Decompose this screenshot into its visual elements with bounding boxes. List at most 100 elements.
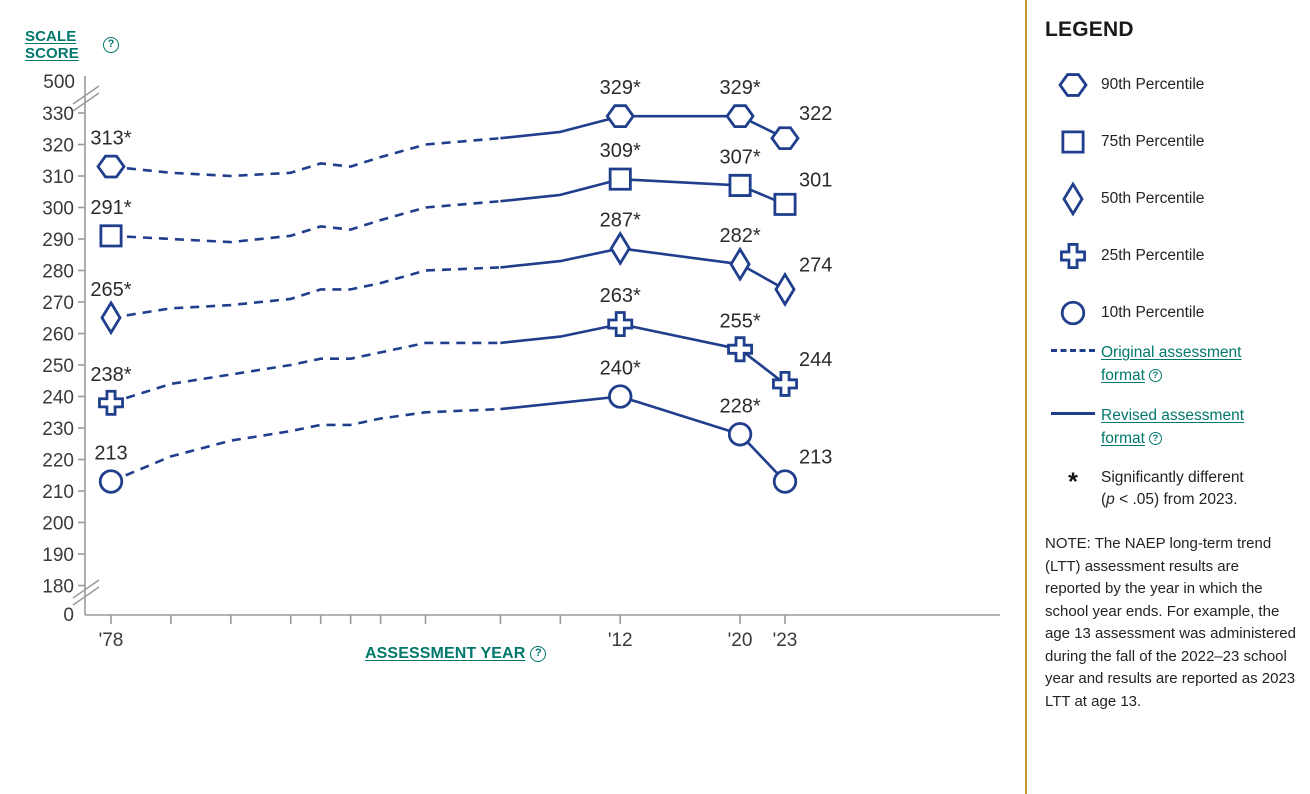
data-point-marker[interactable] — [727, 336, 754, 363]
y-tick-label: 230 — [42, 419, 74, 440]
circle-icon — [1045, 295, 1101, 331]
data-point-marker[interactable] — [96, 154, 126, 179]
significance-line1: Significantly different — [1101, 469, 1244, 486]
data-label: 301 — [799, 169, 832, 191]
legend-title: LEGEND — [1045, 18, 1134, 41]
y-tick-label: 310 — [42, 167, 74, 188]
series-line-original — [110, 136, 501, 178]
legend-item-cross[interactable]: 25th Percentile — [1045, 227, 1300, 284]
x-tick-label: '12 — [608, 630, 633, 651]
legend-format-label-line2: format — [1101, 367, 1145, 384]
y-tick-label: 500 — [43, 72, 75, 93]
square-icon — [1045, 124, 1101, 160]
y-tick-label: 320 — [42, 136, 74, 157]
legend-item-label: 90th Percentile — [1101, 75, 1205, 93]
data-point-marker[interactable] — [607, 311, 634, 337]
legend-format-solid[interactable]: Revised assessment format? — [1045, 404, 1300, 450]
data-point-marker[interactable] — [100, 300, 122, 336]
significance-p: p — [1106, 491, 1115, 508]
data-label: 329* — [719, 77, 760, 99]
y-tick-label: 270 — [42, 293, 74, 314]
question-circle-icon[interactable]: ? — [1148, 369, 1162, 383]
chart-area: 500 330 320 310 300 290 280 270 260 250 240 230 220 2… — [0, 0, 1025, 794]
x-axis-help-icon[interactable]: ? — [530, 645, 547, 662]
y-tick-label: 300 — [42, 199, 74, 220]
y-axis-title[interactable]: SCALE SCORE — [25, 28, 97, 62]
y-axis-help-icon[interactable]: ? — [98, 36, 119, 54]
data-label: 244 — [799, 349, 832, 371]
series-line-original — [110, 341, 501, 405]
data-label: 322 — [799, 103, 832, 125]
legend-format-dashed[interactable]: Original assessment format? — [1045, 341, 1300, 387]
data-label: 263* — [600, 285, 641, 307]
data-point-marker[interactable] — [609, 230, 631, 266]
y-tick-label: 180 — [42, 577, 74, 598]
data-point-marker[interactable] — [774, 271, 796, 307]
legend-item-circle[interactable]: 10th Percentile — [1045, 284, 1300, 341]
legend-item-label: 75th Percentile — [1101, 132, 1205, 150]
legend-panel: LEGEND 90th Percentile 75th Percentile 50t… — [1025, 0, 1310, 794]
legend-item-label: 10th Percentile — [1101, 303, 1205, 321]
data-label: 282* — [719, 225, 760, 247]
legend-note: NOTE: The NAEP long-term trend (LTT) ass… — [1045, 535, 1296, 710]
y-tick-label: 280 — [42, 262, 74, 283]
legend-item-label: 50th Percentile — [1101, 189, 1205, 207]
data-point-marker[interactable] — [727, 422, 753, 447]
legend-marker-list: 90th Percentile 75th Percentile 50th Perce… — [1045, 56, 1300, 341]
y-tick-label: 330 — [42, 104, 74, 125]
y-tick-label: 200 — [42, 514, 74, 535]
y-tick-label: 240 — [42, 388, 74, 409]
data-point-marker[interactable] — [605, 104, 635, 128]
data-label: 213 — [799, 447, 832, 469]
data-point-marker[interactable] — [770, 126, 800, 151]
data-point-marker[interactable] — [729, 246, 751, 282]
data-label: 274 — [799, 254, 832, 276]
data-point-marker[interactable] — [98, 389, 124, 416]
y-axis-title-line2: SCORE — [25, 45, 79, 62]
data-point-marker[interactable] — [98, 469, 124, 494]
data-point-marker[interactable] — [608, 384, 633, 409]
y-tick-label: 210 — [42, 482, 74, 503]
data-point-marker[interactable] — [728, 173, 752, 197]
legend-significance-label: Significantly different (p < .05) from 2… — [1101, 467, 1244, 511]
y-tick-label: 220 — [42, 451, 74, 472]
data-label: 287* — [600, 209, 641, 231]
y-tick-label: 260 — [42, 325, 74, 346]
data-label: 291* — [90, 197, 131, 219]
data-point-marker[interactable] — [772, 469, 798, 494]
x-tick-label: '23 — [773, 630, 798, 651]
data-label: 307* — [719, 146, 760, 168]
data-point-marker[interactable] — [725, 104, 755, 128]
line-chart: 500 330 320 310 300 290 280 270 260 250 240 230 220 2… — [42, 72, 1000, 651]
legend-format-label-line1: Revised assessment — [1101, 407, 1245, 424]
y-tick-label: 0 — [63, 605, 74, 626]
data-label: 329* — [600, 77, 641, 99]
x-axis-title-label: ASSESSMENT YEAR — [365, 645, 526, 662]
legend-item-square[interactable]: 75th Percentile — [1045, 113, 1300, 170]
data-label: 240* — [600, 358, 641, 380]
series-line-original — [110, 266, 501, 320]
y-tick-label: 190 — [42, 545, 74, 566]
data-label: 313* — [90, 128, 131, 150]
y-axis-title-line1: SCALE — [25, 28, 77, 45]
question-circle-icon[interactable]: ? — [1148, 432, 1162, 446]
x-axis-title[interactable]: ASSESSMENT YEAR? — [365, 645, 547, 663]
legend-item-diamond[interactable]: 50th Percentile — [1045, 170, 1300, 227]
asterisk-icon: * — [1068, 468, 1078, 496]
legend-format-label-line1: Original assessment — [1101, 344, 1242, 361]
legend-format-label[interactable]: Original assessment format? — [1101, 341, 1241, 387]
data-point-marker[interactable] — [773, 192, 797, 216]
data-label: 255* — [719, 310, 760, 332]
legend-format-label[interactable]: Revised assessment format? — [1101, 404, 1244, 450]
data-point-marker[interactable] — [99, 224, 123, 248]
chart-page: 500 330 320 310 300 290 280 270 260 250 240 230 220 2… — [0, 0, 1310, 794]
legend-item-label: 25th Percentile — [1101, 246, 1205, 264]
data-point-marker[interactable] — [608, 167, 632, 191]
hexagon-icon — [1045, 67, 1101, 103]
legend-item-hexagon[interactable]: 90th Percentile — [1045, 56, 1300, 113]
y-tick-label: 290 — [42, 230, 74, 251]
significance-line2-post: < .05) from 2023. — [1114, 491, 1238, 508]
data-point-marker[interactable] — [772, 370, 798, 397]
legend-significance: * Significantly different (p < .05) from… — [1045, 467, 1300, 511]
data-label: 309* — [600, 140, 641, 162]
